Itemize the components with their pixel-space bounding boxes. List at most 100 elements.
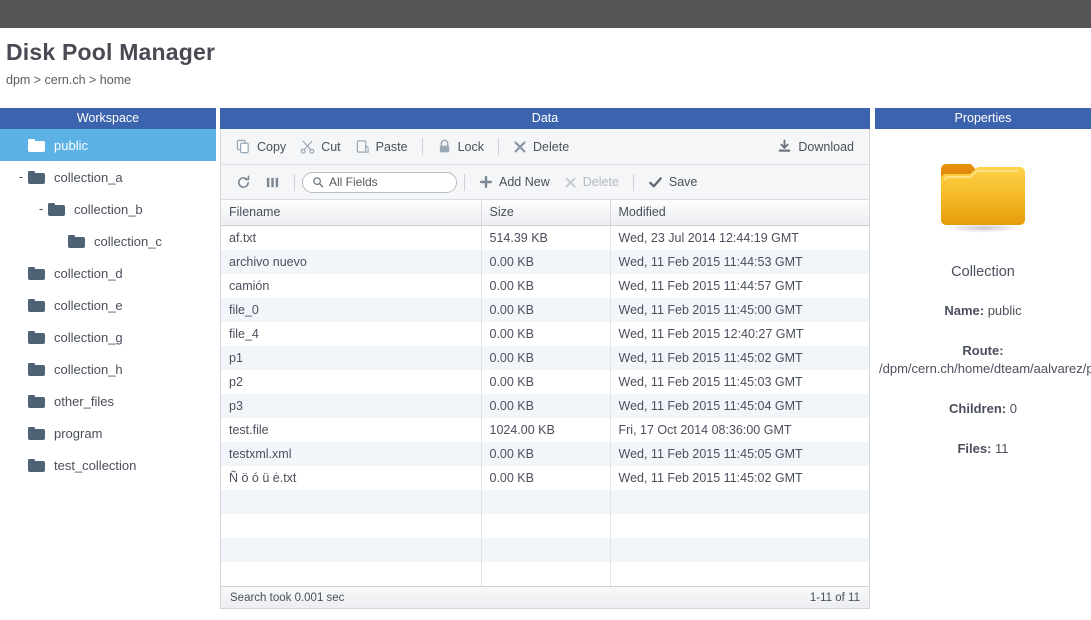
paste-button[interactable]: Paste bbox=[348, 136, 415, 157]
refresh-icon bbox=[236, 175, 251, 190]
tree-item-collection_b[interactable]: - collection_b bbox=[0, 193, 216, 225]
table-row[interactable]: p2 0.00 KB Wed, 11 Feb 2015 11:45:03 GMT bbox=[221, 370, 869, 394]
table-row[interactable]: file_0 0.00 KB Wed, 11 Feb 2015 11:45:00 G… bbox=[221, 298, 869, 322]
file-modified-cell: Wed, 11 Feb 2015 11:44:57 GMT bbox=[610, 274, 869, 298]
folder-icon bbox=[28, 362, 45, 376]
save-button[interactable]: Save bbox=[641, 172, 705, 193]
property-route-label: Route: bbox=[962, 343, 1004, 358]
file-modified-cell: Wed, 11 Feb 2015 11:45:03 GMT bbox=[610, 370, 869, 394]
tree-item-collection_g[interactable]: collection_g bbox=[0, 321, 216, 353]
columns-icon bbox=[265, 175, 280, 190]
file-name-cell: camión bbox=[221, 274, 482, 298]
close-x-icon bbox=[564, 176, 577, 189]
file-modified-cell: Wed, 11 Feb 2015 11:44:53 GMT bbox=[610, 250, 869, 274]
folder-icon bbox=[28, 266, 45, 280]
grid-delete-button[interactable]: Delete bbox=[557, 172, 626, 192]
table-row[interactable] bbox=[221, 538, 869, 562]
tree-item-label: program bbox=[54, 425, 103, 441]
table-row[interactable]: p3 0.00 KB Wed, 11 Feb 2015 11:45:04 GMT bbox=[221, 394, 869, 418]
data-panel-body: Copy Cut Paste Lock Delete Download All … bbox=[220, 129, 870, 609]
table-row[interactable]: test.file 1024.00 KB Fri, 17 Oct 2014 08:3… bbox=[221, 418, 869, 442]
lock-button[interactable]: Lock bbox=[430, 136, 491, 157]
lock-label: Lock bbox=[457, 139, 485, 154]
tree-item-program[interactable]: program bbox=[0, 417, 216, 449]
table-row[interactable]: Ñ ö ó ü ė.txt 0.00 KB Wed, 11 Feb 2015 11:… bbox=[221, 466, 869, 490]
file-name-cell bbox=[221, 562, 482, 586]
table-header-row: Filename Size Modified bbox=[221, 200, 869, 226]
paste-label: Paste bbox=[375, 139, 408, 154]
refresh-button[interactable] bbox=[229, 172, 258, 193]
tree-item-other_files[interactable]: other_files bbox=[0, 385, 216, 417]
copy-label: Copy bbox=[257, 139, 287, 154]
properties-panel: Properties Collection Name: public Route… bbox=[875, 108, 1091, 480]
workspace-panel: Workspace public - collection_a - collection… bbox=[0, 108, 216, 481]
table-row[interactable]: camión 0.00 KB Wed, 11 Feb 2015 11:44:57 G… bbox=[221, 274, 869, 298]
property-name: Name: public bbox=[875, 302, 1091, 320]
file-actions-toolbar: Copy Cut Paste Lock Delete Download bbox=[221, 129, 869, 165]
cut-button[interactable]: Cut bbox=[293, 136, 347, 157]
toolbar-divider bbox=[498, 138, 500, 155]
file-size-cell bbox=[481, 490, 611, 514]
table-row[interactable]: p1 0.00 KB Wed, 11 Feb 2015 11:45:02 GMT bbox=[221, 346, 869, 370]
table-row[interactable]: testxml.xml 0.00 KB Wed, 11 Feb 2015 11:45… bbox=[221, 442, 869, 466]
file-size-cell: 0.00 KB bbox=[481, 322, 611, 346]
search-icon bbox=[312, 176, 324, 188]
property-route: Route: /dpm/cern.ch/home/dteam/aalvarez/… bbox=[875, 342, 1091, 378]
data-panel: Data Copy Cut Paste Lock Delete Download… bbox=[220, 108, 870, 609]
file-modified-cell: Wed, 11 Feb 2015 12:40:27 GMT bbox=[610, 322, 869, 346]
tree-collapse-toggle[interactable]: - bbox=[14, 170, 28, 183]
copy-icon bbox=[236, 139, 251, 154]
tree-item-label: public bbox=[54, 137, 88, 153]
columns-button[interactable] bbox=[258, 172, 287, 193]
table-row[interactable] bbox=[221, 490, 869, 514]
file-size-cell: 514.39 KB bbox=[481, 225, 611, 250]
cut-label: Cut bbox=[321, 139, 341, 154]
download-button[interactable]: Download bbox=[770, 136, 861, 157]
save-label: Save bbox=[668, 175, 698, 189]
tree-collapse-toggle[interactable]: - bbox=[34, 202, 48, 215]
file-modified-cell: Fri, 17 Oct 2014 08:36:00 GMT bbox=[610, 418, 869, 442]
search-field-wrapper[interactable] bbox=[302, 171, 457, 193]
copy-button[interactable]: Copy bbox=[229, 136, 293, 157]
folder-icon bbox=[28, 458, 45, 472]
table-row[interactable] bbox=[221, 514, 869, 538]
table-row[interactable]: af.txt 514.39 KB Wed, 23 Jul 2014 12:44:19… bbox=[221, 225, 869, 250]
file-size-cell: 0.00 KB bbox=[481, 250, 611, 274]
grid-delete-label: Delete bbox=[582, 175, 619, 189]
table-row[interactable]: archivo nuevo 0.00 KB Wed, 11 Feb 2015 11:… bbox=[221, 250, 869, 274]
file-name-cell bbox=[221, 490, 482, 514]
column-header-modified[interactable]: Modified bbox=[610, 200, 869, 226]
property-route-value: /dpm/cern.ch/home/dteam/aalvarez/public/ bbox=[879, 361, 1091, 376]
table-row[interactable] bbox=[221, 562, 869, 586]
delete-button[interactable]: Delete bbox=[506, 137, 576, 157]
search-input[interactable] bbox=[329, 175, 447, 189]
file-modified-cell: Wed, 11 Feb 2015 11:45:02 GMT bbox=[610, 346, 869, 370]
tree-item-label: collection_b bbox=[74, 201, 143, 217]
add-new-button[interactable]: Add New bbox=[472, 172, 557, 192]
folder-icon bbox=[68, 234, 85, 248]
file-size-cell: 0.00 KB bbox=[481, 274, 611, 298]
tree-item-collection_d[interactable]: collection_d bbox=[0, 257, 216, 289]
column-header-size[interactable]: Size bbox=[481, 200, 611, 226]
page-header: Disk Pool Manager dpm > cern.ch > home bbox=[0, 28, 1091, 87]
tree-item-public[interactable]: public bbox=[0, 129, 216, 161]
workspace-panel-title: Workspace bbox=[0, 108, 216, 129]
tree-item-collection_h[interactable]: collection_h bbox=[0, 353, 216, 385]
toolbar-divider bbox=[421, 138, 423, 155]
file-name-cell: file_0 bbox=[221, 298, 482, 322]
file-modified-cell bbox=[610, 538, 869, 562]
tree-item-test_collection[interactable]: test_collection bbox=[0, 449, 216, 481]
file-size-cell: 0.00 KB bbox=[481, 370, 611, 394]
table-row[interactable]: file_4 0.00 KB Wed, 11 Feb 2015 12:40:27 G… bbox=[221, 322, 869, 346]
folder-icon bbox=[28, 170, 45, 184]
tree-item-collection_e[interactable]: collection_e bbox=[0, 289, 216, 321]
tree-item-collection_c[interactable]: collection_c bbox=[0, 225, 216, 257]
property-files-value: 11 bbox=[995, 441, 1009, 456]
column-header-filename[interactable]: Filename bbox=[221, 200, 482, 226]
property-name-label: Name: bbox=[944, 303, 985, 318]
toolbar-divider bbox=[294, 173, 295, 191]
download-icon bbox=[777, 139, 792, 154]
tree-item-collection_a[interactable]: - collection_a bbox=[0, 161, 216, 193]
pagination-label: 1-11 of 11 bbox=[809, 591, 860, 604]
file-modified-cell bbox=[610, 562, 869, 586]
